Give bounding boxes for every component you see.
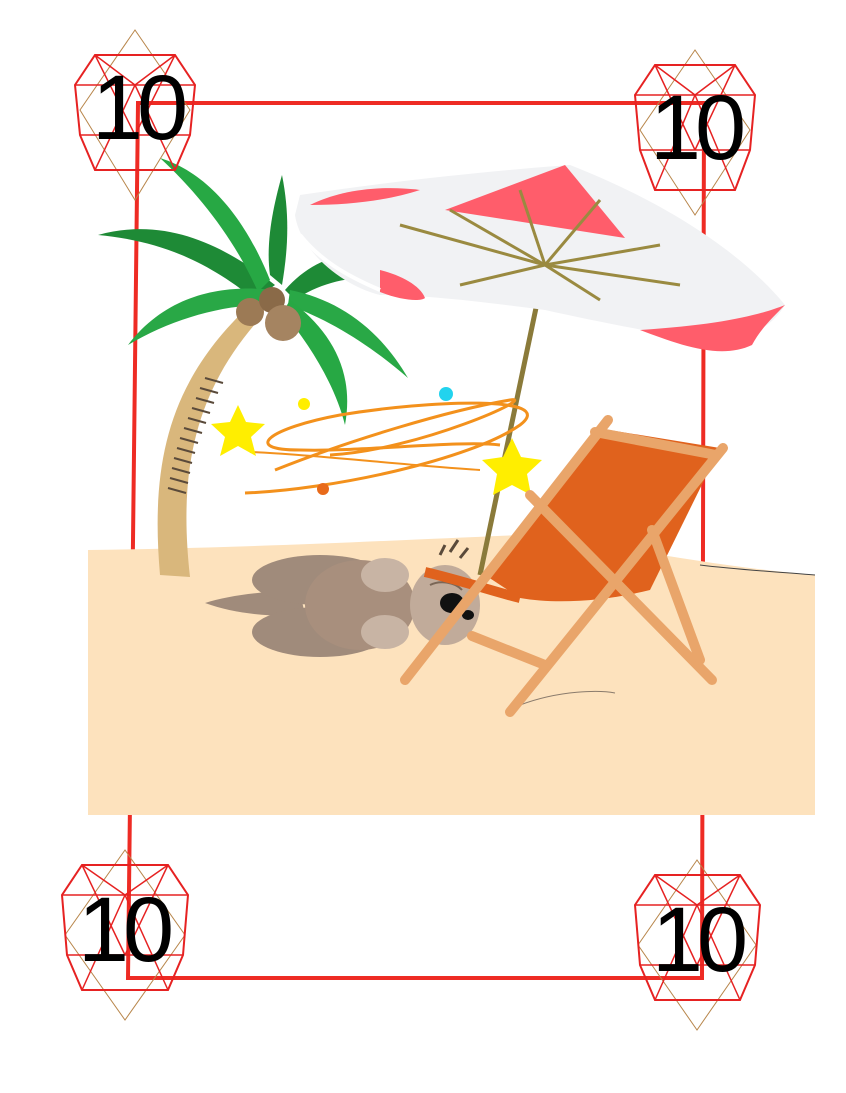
rank-label: 10 — [91, 57, 188, 159]
dizzy-swirl — [244, 398, 529, 495]
rank-label: 10 — [77, 879, 174, 981]
star-icon — [211, 405, 265, 456]
corner-top-right: 10 — [630, 50, 760, 210]
corner-top-left: 10 — [72, 30, 202, 190]
rank-label: 10 — [649, 77, 746, 179]
corner-bottom-right: 10 — [632, 862, 762, 1022]
corner-bottom-left: 10 — [58, 852, 188, 1012]
rank-label: 10 — [651, 889, 748, 991]
playing-card[interactable]: 10 10 10 10 — [0, 0, 846, 1088]
star-icon — [482, 438, 542, 495]
